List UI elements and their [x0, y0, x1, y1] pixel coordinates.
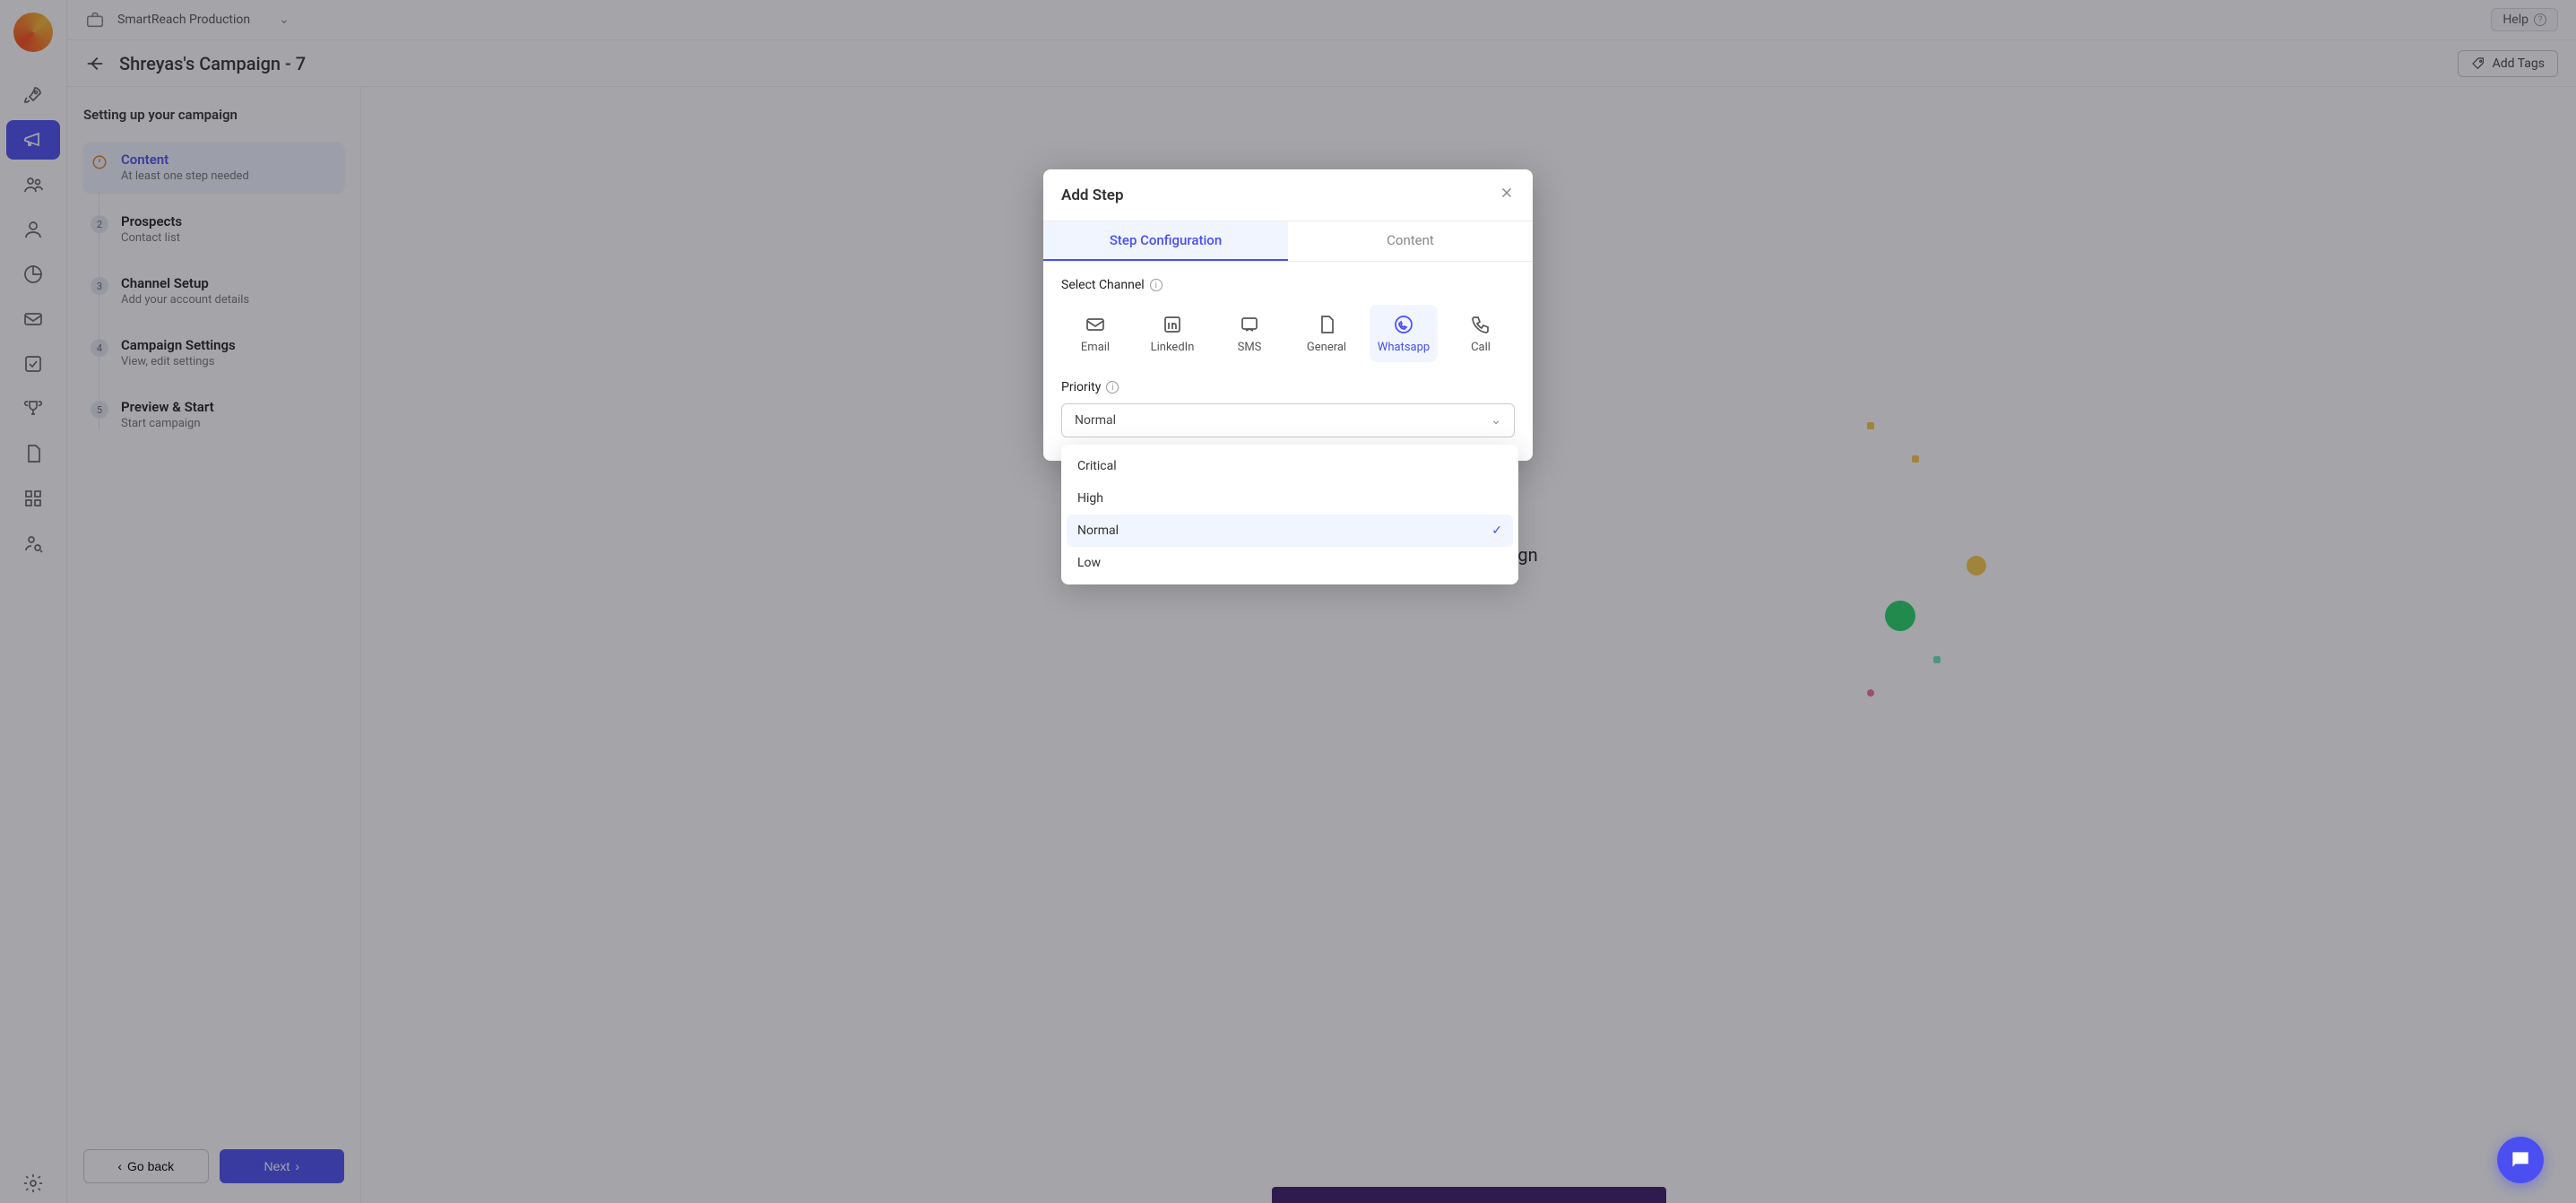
chat-fab[interactable]: [2497, 1137, 2544, 1183]
priority-select[interactable]: Normal ⌄: [1061, 403, 1515, 437]
check-icon: ✓: [1491, 524, 1502, 538]
close-icon: [1499, 185, 1515, 201]
info-icon: i: [1106, 381, 1119, 394]
priority-option-normal[interactable]: Normal ✓: [1067, 515, 1513, 547]
modal-overlay[interactable]: Add Step Step Configuration Content Sele…: [0, 0, 2576, 1203]
tab-step-configuration[interactable]: Step Configuration: [1043, 221, 1288, 261]
channel-general[interactable]: General: [1292, 305, 1361, 362]
priority-option-low[interactable]: Low: [1067, 547, 1513, 579]
chevron-down-icon: ⌄: [1491, 413, 1501, 428]
sms-icon: [1239, 314, 1260, 335]
channel-call[interactable]: Call: [1447, 305, 1515, 362]
channel-whatsapp[interactable]: Whatsapp: [1370, 305, 1438, 362]
whatsapp-icon: [1393, 314, 1414, 335]
select-channel-label: Select Channel i: [1061, 278, 1515, 292]
chat-icon: [2509, 1148, 2532, 1172]
priority-option-critical[interactable]: Critical: [1067, 450, 1513, 482]
channel-sms[interactable]: SMS: [1215, 305, 1284, 362]
channel-email[interactable]: Email: [1061, 305, 1129, 362]
priority-label: Priority i: [1061, 380, 1515, 394]
modal-title: Add Step: [1061, 186, 1124, 204]
mail-icon: [1085, 314, 1106, 335]
info-icon: i: [1150, 279, 1163, 291]
modal-close-button[interactable]: [1499, 184, 1515, 206]
add-step-modal: Add Step Step Configuration Content Sele…: [1043, 169, 1533, 461]
tab-content[interactable]: Content: [1288, 221, 1533, 261]
linkedin-icon: [1162, 314, 1183, 335]
phone-icon: [1470, 314, 1491, 335]
priority-option-high[interactable]: High: [1067, 482, 1513, 515]
file-icon: [1316, 314, 1337, 335]
priority-dropdown: Critical High Normal ✓ Low: [1061, 445, 1518, 584]
channel-linkedin[interactable]: LinkedIn: [1138, 305, 1206, 362]
